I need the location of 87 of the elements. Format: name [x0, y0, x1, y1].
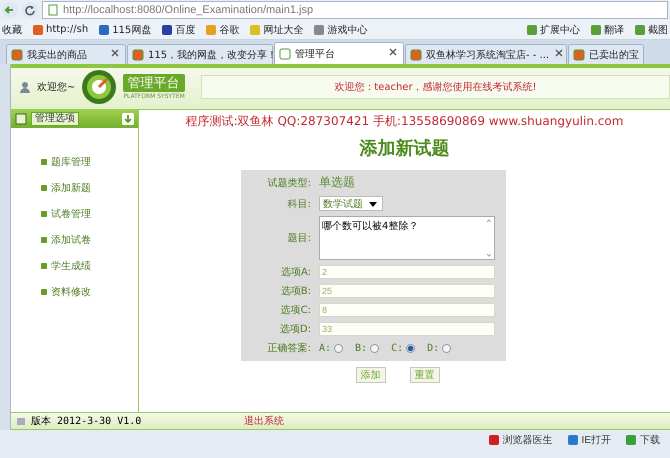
field-label: 选项C: — [280, 304, 312, 317]
logout-link[interactable]: 退出系统 — [244, 414, 284, 428]
sidebar-link[interactable]: 添加新题 — [41, 180, 138, 196]
site-icon — [573, 48, 585, 60]
answer-option[interactable]: B: — [355, 342, 380, 354]
site-icon — [279, 48, 291, 60]
status-button[interactable]: 浏览器医生 — [488, 433, 553, 447]
field-label: 科目: — [286, 198, 312, 210]
down-arrow-icon — [122, 113, 134, 125]
field-label: 题目: — [286, 232, 312, 245]
answer-option[interactable]: C: — [391, 342, 416, 354]
status-icon — [625, 434, 637, 446]
bookmark-link[interactable]: 网址大全 — [249, 22, 304, 36]
browser-tab[interactable]: 已卖出的宝 — [568, 44, 644, 64]
bookmark-icon — [161, 24, 174, 36]
tool-icon — [590, 24, 602, 36]
bookmark-link[interactable]: http://sh — [32, 24, 88, 36]
address-field[interactable]: http://localhost:8080/Online_Examination/main1.jsp — [42, 1, 668, 19]
question-textarea[interactable]: 哪个数可以被4整除？ — [319, 216, 495, 260]
bookmark-link[interactable]: 收藏 — [2, 22, 22, 36]
field-label: 正确答案: — [266, 342, 312, 355]
bookmark-icon — [98, 24, 110, 36]
site-icon — [11, 48, 23, 60]
tool-icon — [634, 24, 646, 36]
back-button[interactable] — [2, 2, 18, 18]
bookmark-link[interactable]: 百度 — [161, 22, 196, 36]
site-icon — [410, 48, 422, 60]
answer-option[interactable]: D: — [427, 342, 452, 354]
close-icon — [109, 47, 121, 59]
tab-label: 双鱼林学习系统淘宝店- - ... — [426, 48, 550, 62]
scrollbar-icon — [484, 219, 492, 257]
sidebar-link[interactable]: 试卷管理 — [41, 206, 138, 222]
tab-label: 管理平台 — [295, 48, 336, 60]
bookmark-link[interactable]: 游戏中心 — [313, 22, 368, 36]
toolbar-link[interactable]: 扩展中心 — [526, 22, 580, 36]
address-text: http://localhost:8080/Online_Examination/main1.jsp — [63, 4, 314, 16]
browser-tab[interactable]: 双鱼林学习系统淘宝店- - ... — [405, 44, 567, 64]
page-icon — [47, 4, 59, 16]
status-button[interactable]: IE打开 — [566, 433, 611, 447]
toolbar-link[interactable]: 翻译 — [590, 22, 624, 36]
field-label: 选项A: — [280, 266, 312, 279]
bookmark-icon — [205, 24, 218, 36]
sidebar-link[interactable]: 题库管理 — [41, 154, 138, 170]
arrow-icon — [4, 4, 16, 16]
site-icon — [132, 48, 144, 60]
welcome-message: 欢迎您：teacher，感谢您使用在线考试系统! — [200, 74, 670, 98]
field-label: 选项B: — [280, 284, 312, 298]
user-icon — [19, 80, 31, 92]
sidebar-link[interactable]: 添加试卷 — [41, 232, 138, 248]
greeting-text: 欢迎您~ — [37, 80, 76, 94]
panel-icon — [15, 113, 27, 125]
browser-tab[interactable]: 115，我的网盘，改变分享！ — [127, 44, 273, 64]
bookmark-link[interactable]: 115网盘 — [98, 22, 152, 36]
version-text: 版本 2012-3-30 V1.0 — [31, 414, 142, 428]
tab-label: 我卖出的商品 — [27, 48, 88, 62]
browser-tab[interactable]: 管理平台 — [274, 42, 404, 64]
sidebar-title: 管理选项 — [31, 112, 79, 126]
type-value: 单选题 — [319, 174, 355, 191]
tab-label: 已卖出的宝 — [589, 48, 639, 62]
answer-option[interactable]: A: — [319, 342, 344, 354]
close-icon — [553, 47, 566, 59]
refresh-button[interactable] — [22, 2, 38, 18]
field-label: 选项D: — [278, 322, 312, 336]
page-heading: 添加新试题 — [360, 137, 450, 160]
bookmark-icon — [313, 24, 326, 36]
refresh-icon — [24, 4, 36, 16]
radio-button[interactable] — [334, 344, 344, 352]
subject-dropdown[interactable]: 数学试题 — [319, 196, 383, 211]
bookmark-icon — [32, 24, 44, 36]
toolbar-link[interactable]: 截图 — [634, 22, 668, 36]
radio-button[interactable] — [442, 344, 452, 352]
field-label: 试题类型: — [266, 176, 312, 190]
radio-button[interactable] — [370, 344, 380, 352]
sidebar-link[interactable]: 资料修改 — [41, 284, 138, 300]
status-icon — [566, 434, 579, 446]
tool-icon — [526, 24, 538, 36]
browser-tab[interactable]: 我卖出的商品 — [6, 44, 126, 64]
status-icon — [488, 434, 500, 446]
bookmark-link[interactable]: 谷歌 — [205, 22, 240, 36]
logo-icon — [81, 68, 118, 104]
contact-notice: 程序测试:双鱼林 QQ:287307421 手机:13558690869 www.shuangyulin.com — [186, 113, 624, 130]
sidebar-link[interactable]: 学生成绩 — [41, 258, 138, 274]
bookmark-icon — [249, 24, 262, 36]
close-icon — [387, 46, 399, 58]
logo-title: 管理平台 — [123, 74, 185, 92]
radio-button[interactable] — [406, 344, 416, 352]
status-button[interactable]: 下载 — [625, 433, 660, 447]
